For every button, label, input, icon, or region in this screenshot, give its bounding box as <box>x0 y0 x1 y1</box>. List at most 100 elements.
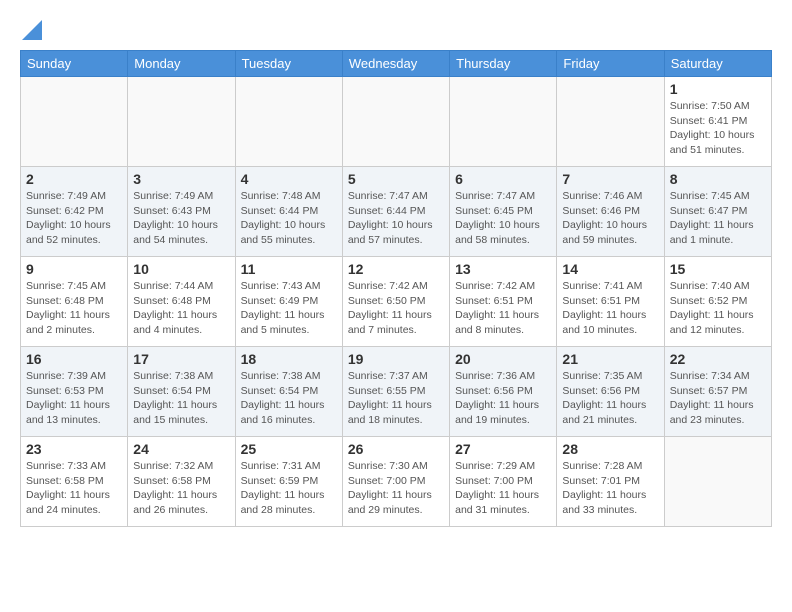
calendar-cell: 18 Sunrise: 7:38 AM Sunset: 6:54 PM Dayli… <box>235 347 342 437</box>
week-row-2: 2 Sunrise: 7:49 AM Sunset: 6:42 PM Daylig… <box>21 167 772 257</box>
day-number: 12 <box>348 261 444 277</box>
day-number: 14 <box>562 261 658 277</box>
day-number: 4 <box>241 171 337 187</box>
calendar-cell: 17Sunrise: 7:38 AM Sunset: 6:54 PM Dayli… <box>128 347 235 437</box>
day-info: Sunrise: 7:31 AM Sunset: 6:59 PM Dayligh… <box>241 459 337 518</box>
weekday-header-saturday: Saturday <box>664 51 771 77</box>
day-number: 15 <box>670 261 766 277</box>
day-info: Sunrise: 7:35 AM Sunset: 6:56 PM Dayligh… <box>562 369 658 428</box>
day-number: 25 <box>241 441 337 457</box>
day-info: Sunrise: 7:43 AM Sunset: 6:49 PM Dayligh… <box>241 279 337 338</box>
day-number: 17 <box>133 351 229 367</box>
day-number: 13 <box>455 261 551 277</box>
calendar-cell: 11 Sunrise: 7:43 AM Sunset: 6:49 PM Dayli… <box>235 257 342 347</box>
calendar-cell: 25 Sunrise: 7:31 AM Sunset: 6:59 PM Dayli… <box>235 437 342 527</box>
day-info: Sunrise: 7:40 AM Sunset: 6:52 PM Dayligh… <box>670 279 766 338</box>
calendar-cell: 1 Sunrise: 7:50 AM Sunset: 6:41 PM Daylig… <box>664 77 771 167</box>
day-number: 16 <box>26 351 122 367</box>
day-number: 5 <box>348 171 444 187</box>
calendar-cell: 26 Sunrise: 7:30 AM Sunset: 7:00 PM Dayli… <box>342 437 449 527</box>
weekday-header-thursday: Thursday <box>450 51 557 77</box>
day-number: 10 <box>133 261 229 277</box>
calendar-cell: 16Sunrise: 7:39 AM Sunset: 6:53 PM Dayli… <box>21 347 128 437</box>
calendar-cell: 13 Sunrise: 7:42 AM Sunset: 6:51 PM Dayli… <box>450 257 557 347</box>
day-info: Sunrise: 7:47 AM Sunset: 6:45 PM Dayligh… <box>455 189 551 248</box>
day-info: Sunrise: 7:49 AM Sunset: 6:43 PM Dayligh… <box>133 189 229 248</box>
day-number: 11 <box>241 261 337 277</box>
day-info: Sunrise: 7:30 AM Sunset: 7:00 PM Dayligh… <box>348 459 444 518</box>
calendar-cell: 9Sunrise: 7:45 AM Sunset: 6:48 PM Daylig… <box>21 257 128 347</box>
calendar-cell: 28 Sunrise: 7:28 AM Sunset: 7:01 PM Dayli… <box>557 437 664 527</box>
day-info: Sunrise: 7:46 AM Sunset: 6:46 PM Dayligh… <box>562 189 658 248</box>
day-number: 27 <box>455 441 551 457</box>
day-number: 23 <box>26 441 122 457</box>
logo-icon <box>22 20 42 40</box>
calendar-cell: 6 Sunrise: 7:47 AM Sunset: 6:45 PM Daylig… <box>450 167 557 257</box>
calendar-cell: 5 Sunrise: 7:47 AM Sunset: 6:44 PM Daylig… <box>342 167 449 257</box>
day-info: Sunrise: 7:42 AM Sunset: 6:50 PM Dayligh… <box>348 279 444 338</box>
calendar-cell: 8 Sunrise: 7:45 AM Sunset: 6:47 PM Daylig… <box>664 167 771 257</box>
day-number: 26 <box>348 441 444 457</box>
day-number: 2 <box>26 171 122 187</box>
day-number: 22 <box>670 351 766 367</box>
calendar-cell: 22 Sunrise: 7:34 AM Sunset: 6:57 PM Dayli… <box>664 347 771 437</box>
day-info: Sunrise: 7:28 AM Sunset: 7:01 PM Dayligh… <box>562 459 658 518</box>
day-info: Sunrise: 7:47 AM Sunset: 6:44 PM Dayligh… <box>348 189 444 248</box>
day-number: 6 <box>455 171 551 187</box>
calendar-cell <box>664 437 771 527</box>
week-row-5: 23 Sunrise: 7:33 AM Sunset: 6:58 PM Dayli… <box>21 437 772 527</box>
day-number: 1 <box>670 81 766 97</box>
day-info: Sunrise: 7:29 AM Sunset: 7:00 PM Dayligh… <box>455 459 551 518</box>
day-number: 21 <box>562 351 658 367</box>
calendar-cell: 7 Sunrise: 7:46 AM Sunset: 6:46 PM Daylig… <box>557 167 664 257</box>
day-info: Sunrise: 7:42 AM Sunset: 6:51 PM Dayligh… <box>455 279 551 338</box>
day-info: Sunrise: 7:50 AM Sunset: 6:41 PM Dayligh… <box>670 99 766 158</box>
calendar-cell: 12 Sunrise: 7:42 AM Sunset: 6:50 PM Dayli… <box>342 257 449 347</box>
weekday-header-friday: Friday <box>557 51 664 77</box>
day-number: 18 <box>241 351 337 367</box>
week-row-3: 9Sunrise: 7:45 AM Sunset: 6:48 PM Daylig… <box>21 257 772 347</box>
day-number: 7 <box>562 171 658 187</box>
calendar-cell: 24 Sunrise: 7:32 AM Sunset: 6:58 PM Dayli… <box>128 437 235 527</box>
calendar-cell: 19Sunrise: 7:37 AM Sunset: 6:55 PM Dayli… <box>342 347 449 437</box>
week-row-1: 1 Sunrise: 7:50 AM Sunset: 6:41 PM Daylig… <box>21 77 772 167</box>
calendar-cell: 23 Sunrise: 7:33 AM Sunset: 6:58 PM Dayli… <box>21 437 128 527</box>
day-info: Sunrise: 7:48 AM Sunset: 6:44 PM Dayligh… <box>241 189 337 248</box>
day-info: Sunrise: 7:33 AM Sunset: 6:58 PM Dayligh… <box>26 459 122 518</box>
day-number: 9 <box>26 261 122 277</box>
calendar-cell: 20 Sunrise: 7:36 AM Sunset: 6:56 PM Dayli… <box>450 347 557 437</box>
day-info: Sunrise: 7:37 AM Sunset: 6:55 PM Dayligh… <box>348 369 444 428</box>
day-info: Sunrise: 7:32 AM Sunset: 6:58 PM Dayligh… <box>133 459 229 518</box>
day-number: 20 <box>455 351 551 367</box>
weekday-header-wednesday: Wednesday <box>342 51 449 77</box>
day-number: 24 <box>133 441 229 457</box>
calendar-cell <box>342 77 449 167</box>
calendar-header-row: SundayMondayTuesdayWednesdayThursdayFrid… <box>21 51 772 77</box>
calendar-cell <box>557 77 664 167</box>
day-info: Sunrise: 7:36 AM Sunset: 6:56 PM Dayligh… <box>455 369 551 428</box>
day-number: 3 <box>133 171 229 187</box>
day-info: Sunrise: 7:34 AM Sunset: 6:57 PM Dayligh… <box>670 369 766 428</box>
calendar-cell: 2 Sunrise: 7:49 AM Sunset: 6:42 PM Daylig… <box>21 167 128 257</box>
day-number: 8 <box>670 171 766 187</box>
calendar-cell: 14 Sunrise: 7:41 AM Sunset: 6:51 PM Dayli… <box>557 257 664 347</box>
weekday-header-sunday: Sunday <box>21 51 128 77</box>
weekday-header-monday: Monday <box>128 51 235 77</box>
logo <box>20 20 42 40</box>
calendar-cell: 27 Sunrise: 7:29 AM Sunset: 7:00 PM Dayli… <box>450 437 557 527</box>
day-info: Sunrise: 7:44 AM Sunset: 6:48 PM Dayligh… <box>133 279 229 338</box>
day-number: 28 <box>562 441 658 457</box>
page-header <box>20 20 772 40</box>
calendar-cell: 10 Sunrise: 7:44 AM Sunset: 6:48 PM Dayli… <box>128 257 235 347</box>
calendar-cell: 15 Sunrise: 7:40 AM Sunset: 6:52 PM Dayli… <box>664 257 771 347</box>
day-info: Sunrise: 7:49 AM Sunset: 6:42 PM Dayligh… <box>26 189 122 248</box>
calendar-cell: 4 Sunrise: 7:48 AM Sunset: 6:44 PM Daylig… <box>235 167 342 257</box>
day-info: Sunrise: 7:41 AM Sunset: 6:51 PM Dayligh… <box>562 279 658 338</box>
day-info: Sunrise: 7:38 AM Sunset: 6:54 PM Dayligh… <box>241 369 337 428</box>
calendar-cell: 3 Sunrise: 7:49 AM Sunset: 6:43 PM Daylig… <box>128 167 235 257</box>
calendar-cell <box>235 77 342 167</box>
calendar-cell: 21 Sunrise: 7:35 AM Sunset: 6:56 PM Dayli… <box>557 347 664 437</box>
calendar-cell <box>450 77 557 167</box>
day-info: Sunrise: 7:45 AM Sunset: 6:47 PM Dayligh… <box>670 189 766 248</box>
weekday-header-tuesday: Tuesday <box>235 51 342 77</box>
